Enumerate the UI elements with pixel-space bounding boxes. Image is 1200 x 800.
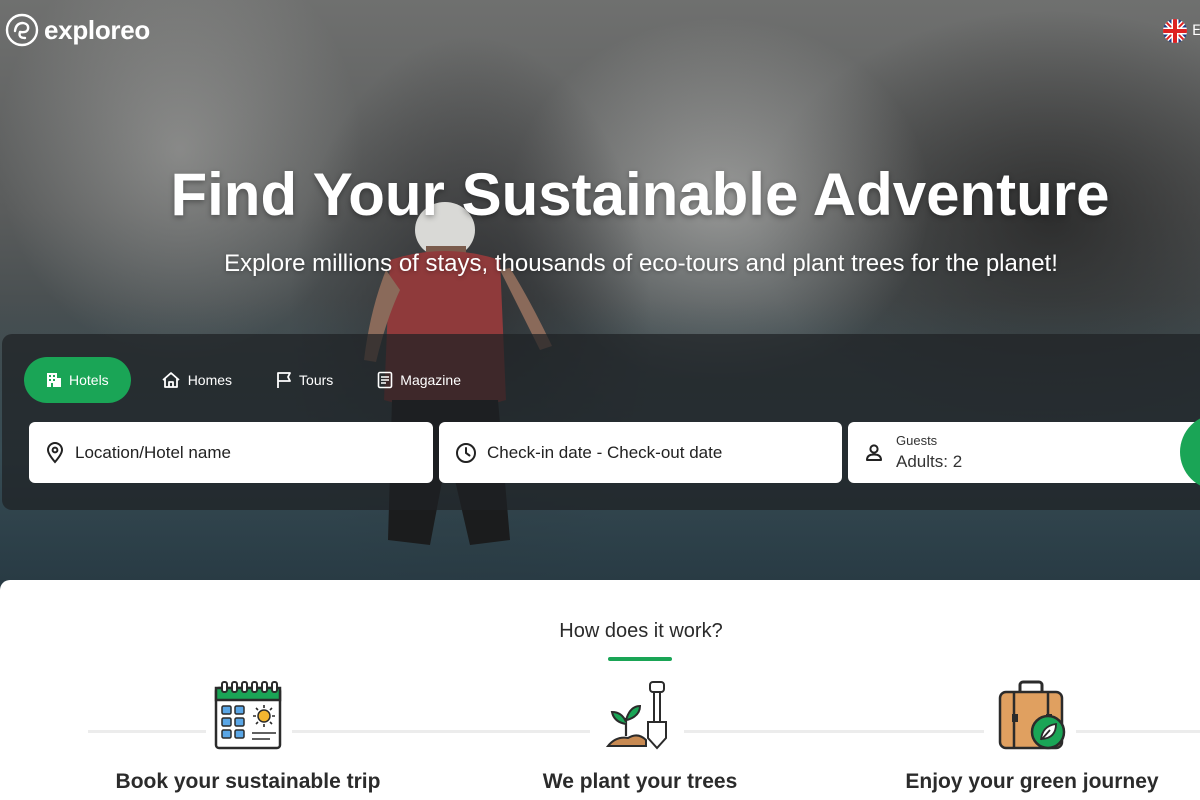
language-label: E	[1192, 23, 1200, 39]
exploreo-logo-icon	[5, 13, 39, 47]
tab-tours-label: Tours	[299, 372, 334, 388]
location-pin-icon	[46, 441, 64, 464]
hero-background	[0, 0, 1200, 600]
tab-homes-label: Homes	[187, 372, 233, 388]
language-selector[interactable]: E	[1162, 18, 1200, 44]
brand-logo[interactable]: exploreo	[4, 12, 150, 48]
location-placeholder: Location/Hotel name	[75, 442, 231, 462]
plant-shovel-icon	[606, 681, 667, 750]
hero-subtitle: Explore millions of stays, thousands of …	[224, 250, 1058, 277]
tab-magazine-label: Magazine	[400, 372, 461, 388]
step-connector	[1076, 730, 1200, 733]
title-underline	[608, 657, 672, 661]
flag-icon	[277, 372, 291, 388]
step-connector	[88, 730, 206, 733]
article-icon	[377, 371, 393, 389]
step-label-book: Book your sustainable trip	[115, 770, 381, 793]
tab-homes[interactable]: Homes	[139, 357, 254, 403]
hero-title: Find Your Sustainable Adventure	[170, 161, 1110, 228]
step-connector	[684, 730, 984, 733]
tab-hotels[interactable]: Hotels	[24, 357, 131, 403]
guests-selector[interactable]: Guests Adults: 2	[848, 422, 1200, 483]
search-tabs: Hotels Homes Tours Magazine	[24, 357, 483, 403]
tab-tours[interactable]: Tours	[254, 357, 355, 403]
building-icon	[47, 373, 61, 387]
calendar-icon	[214, 681, 282, 750]
uk-flag-icon	[1163, 19, 1187, 43]
person-icon	[866, 443, 882, 461]
clock-icon	[456, 442, 476, 463]
step-connector	[292, 730, 590, 733]
house-icon	[162, 372, 180, 388]
step-label-plant: We plant your trees	[542, 770, 738, 793]
guests-value: Adults: 2	[896, 452, 963, 471]
how-it-works-section: How does it work? Book your sustainable …	[0, 580, 1200, 800]
location-input[interactable]: Location/Hotel name	[29, 422, 433, 483]
guests-label: Guests	[896, 433, 938, 448]
dates-placeholder: Check-in date - Check-out date	[487, 442, 723, 462]
eco-suitcase-icon	[998, 680, 1066, 750]
brand-name: exploreo	[44, 14, 150, 45]
date-range-input[interactable]: Check-in date - Check-out date	[439, 422, 842, 483]
tab-magazine[interactable]: Magazine	[355, 357, 483, 403]
step-label-enjoy: Enjoy your green journey	[905, 770, 1159, 793]
tab-hotels-label: Hotels	[69, 372, 109, 388]
how-it-works-title: How does it work?	[559, 620, 723, 642]
